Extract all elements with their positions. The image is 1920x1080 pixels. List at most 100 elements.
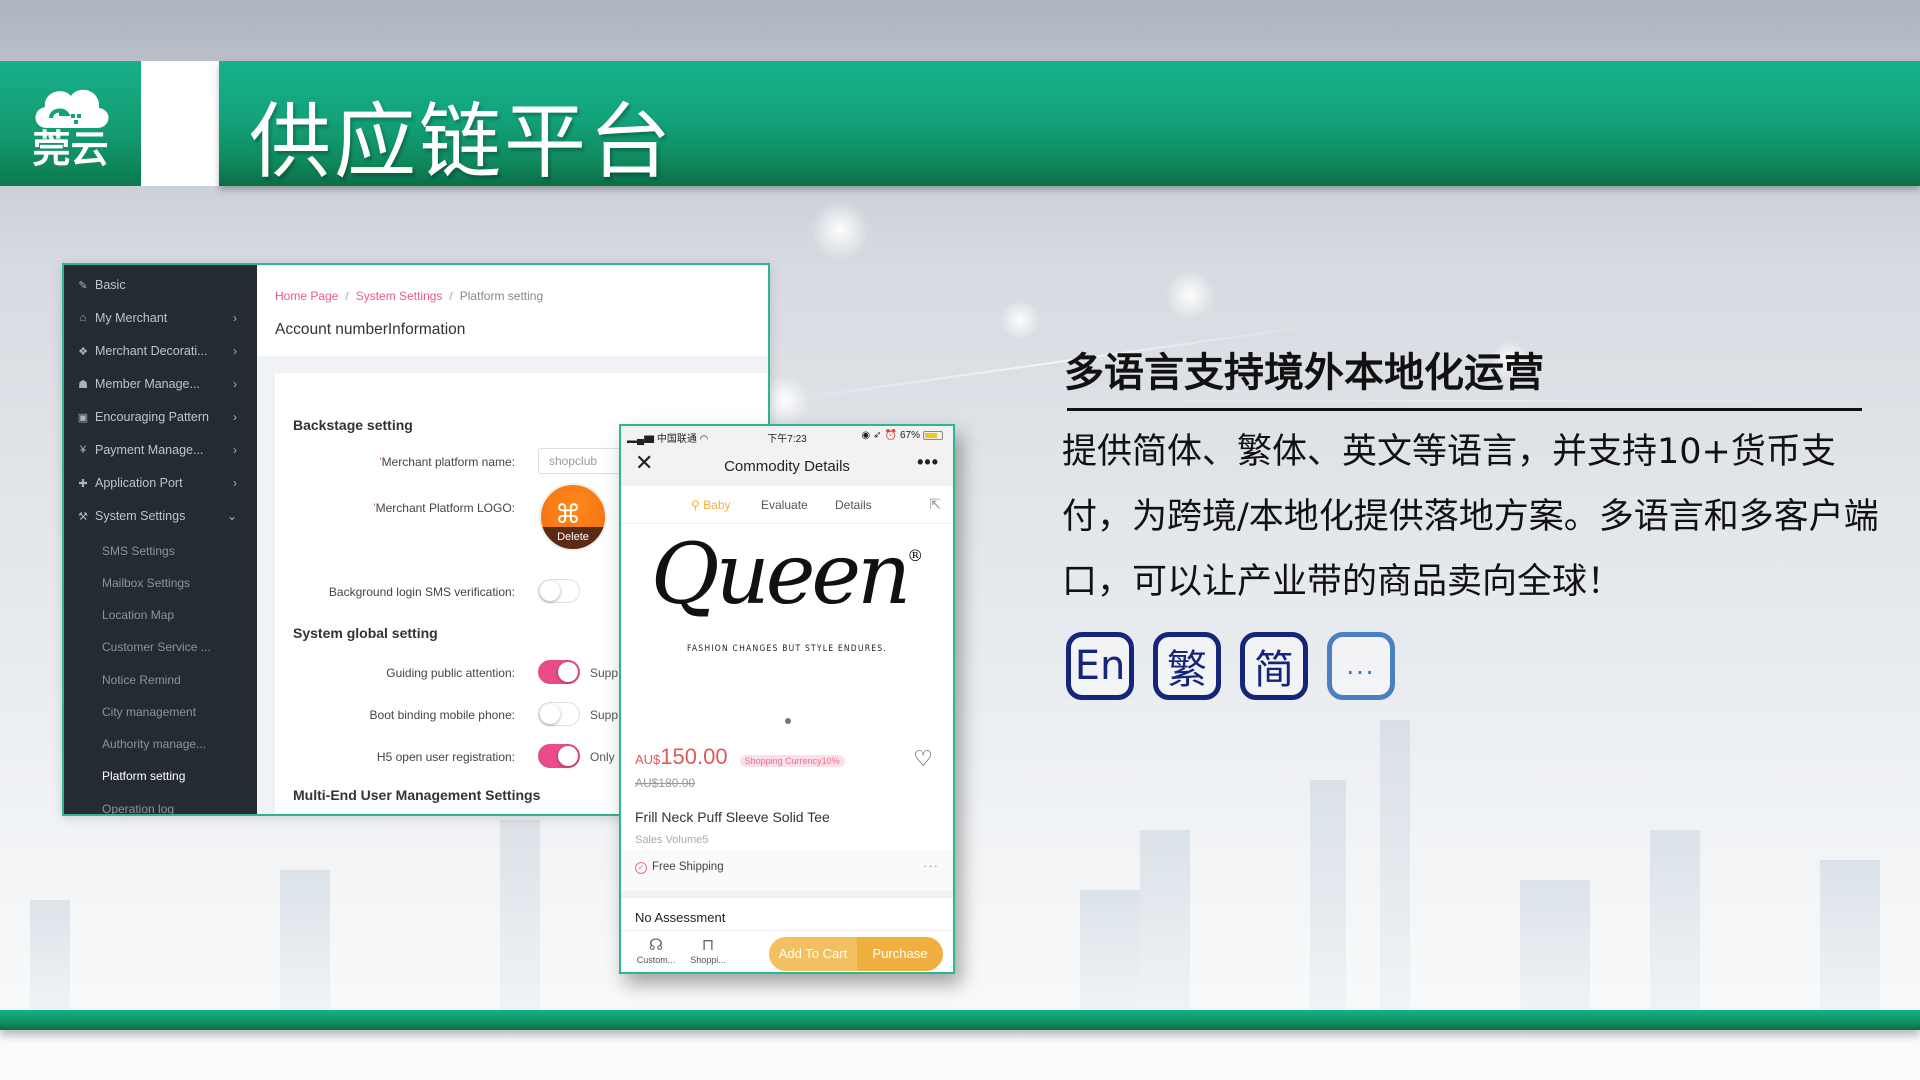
shipping-row[interactable]: ✓ Free Shipping ··· [621, 850, 953, 890]
heart-icon[interactable]: ♡ [913, 746, 933, 772]
breadcrumb-separator: / [449, 289, 453, 303]
global-setting-heading: System global setting [293, 625, 438, 641]
sidebar-subitem-operation-log[interactable]: Operation log [102, 798, 174, 814]
tab-evaluate[interactable]: Evaluate [761, 498, 808, 512]
purchase-button[interactable]: Purchase [857, 937, 943, 971]
more-icon[interactable]: ••• [917, 452, 939, 473]
platform-logo-upload[interactable]: ⌘ Delete [539, 483, 607, 551]
multi-end-heading: Multi-End User Management Settings [293, 787, 541, 803]
cubes-icon: ❖ [78, 345, 88, 358]
chevron-right-icon: › [233, 377, 237, 391]
sidebar-item-label: Basic [95, 278, 126, 292]
add-to-cart-button[interactable]: Add To Cart [769, 937, 857, 971]
price-currency: AU$ [635, 752, 661, 767]
users-icon: ☗ [78, 378, 88, 391]
edit-icon: ✎ [78, 279, 88, 292]
sidebar-item-system-settings[interactable]: ⚒ System Settings ⌄ [64, 504, 257, 528]
nav-title: Commodity Details [724, 458, 850, 475]
sidebar-item-label: My Merchant [95, 311, 168, 325]
sidebar-subitem-city-management[interactable]: City management [102, 701, 196, 723]
location-icon: ➶ [873, 430, 882, 441]
sidebar-item-application-port[interactable]: ✚ Application Port › [64, 471, 257, 495]
product-image: Queen® FASHION CHANGES BUT STYLE ENDURES… [621, 524, 953, 736]
more-icon[interactable]: ··· [923, 858, 939, 873]
feature-body: 提供简体、繁体、英文等语言，并支持10+货币支付，为跨境/本地化提供落地方案。多… [1062, 432, 1879, 602]
backstage-heading: Backstage setting [293, 417, 413, 433]
sidebar-item-label: Application Port [95, 476, 183, 490]
carousel-indicator[interactable] [785, 718, 791, 724]
chevron-right-icon: › [233, 344, 237, 358]
chevron-right-icon: › [233, 311, 237, 325]
sidebar-subitem-notice-remind[interactable]: Notice Remind [102, 669, 181, 691]
share-icon[interactable]: ⇱ [929, 496, 941, 513]
sidebar-item-basic[interactable]: ✎ Basic [64, 273, 257, 297]
h5-registration-toggle[interactable] [538, 744, 580, 768]
sidebar-subitem-location-map[interactable]: Location Map [102, 604, 174, 626]
sidebar-item-payment-management[interactable]: ¥ Payment Manage... › [64, 438, 257, 462]
sidebar-subitem-mailbox-settings[interactable]: Mailbox Settings [102, 572, 190, 594]
h5-registration-label: H5 open user registration: [376, 750, 515, 764]
home-icon: ⌂ [79, 312, 87, 324]
status-right: ◉ ➶ ⏰ 67% [861, 430, 943, 441]
status-bar: ▂▄▆ 中国联通 ◠ 下午7:23 ◉ ➶ ⏰ 67% [621, 426, 953, 446]
shopping-bag-icon: ⊓ [701, 937, 715, 954]
tab-baby[interactable]: ⚲ Baby [691, 498, 731, 512]
logo-gap [141, 61, 219, 186]
sidebar-item-label: Encouraging Pattern [95, 410, 209, 424]
shopping-button[interactable]: ⊓ Shoppi... [683, 937, 733, 965]
sidebar-subitem-customer-service[interactable]: Customer Service ... [102, 636, 211, 658]
sms-verification-toggle[interactable] [538, 579, 580, 603]
breadcrumb-home[interactable]: Home Page [275, 289, 338, 303]
boot-binding-toggle[interactable] [538, 702, 580, 726]
phone-bottom-bar: ☊ Custom... ⊓ Shoppi... Add To Cart Purc… [621, 930, 953, 972]
sidebar-subitem-authority-management[interactable]: Authority manage... [102, 733, 206, 755]
cloud-icon [34, 89, 109, 128]
platform-logo-label: 'Merchant Platform LOGO: [373, 501, 515, 515]
phone-nav-bar: ✕ Commodity Details ••• [621, 446, 953, 486]
chevron-right-icon: › [233, 443, 237, 457]
logo-delete-button[interactable]: Delete [541, 527, 605, 549]
breadcrumb-separator: / [345, 289, 349, 303]
brand-logo-text: Queen® [650, 525, 924, 623]
divider [621, 890, 953, 898]
english-icon: En [1066, 632, 1134, 700]
sidebar-item-my-merchant[interactable]: ⌂ My Merchant › [64, 306, 257, 330]
guiding-attention-label: Guiding public attention: [386, 666, 515, 680]
top-strip [0, 0, 1920, 61]
sidebar-item-member-management[interactable]: ☗ Member Manage... › [64, 372, 257, 396]
customer-service-button[interactable]: ☊ Custom... [631, 937, 681, 965]
candy-icon: ⌘ [555, 499, 581, 529]
guiding-attention-toggle[interactable] [538, 660, 580, 684]
price-row: AU$150.00 Shopping Currency10% [635, 744, 845, 770]
tab-details[interactable]: Details [835, 498, 872, 512]
breadcrumb-current: Platform setting [459, 289, 544, 303]
battery-icon [923, 431, 943, 440]
sidebar-item-label: Merchant Decorati... [95, 344, 208, 358]
lock-rotation-icon: ◉ [861, 430, 871, 441]
feature-title: 多语言支持境外本地化运营 [1064, 350, 1544, 396]
sidebar-item-merchant-decoration[interactable]: ❖ Merchant Decorati... › [64, 339, 257, 363]
puzzle-icon: ✚ [78, 477, 88, 490]
check-circle-icon: ✓ [635, 862, 647, 874]
sidebar-subitem-sms-settings[interactable]: SMS Settings [102, 540, 175, 562]
product-tabs: ⚲ Baby Evaluate Details ⇱ [621, 486, 953, 524]
language-icons: En 繁 简 ... [1066, 632, 1395, 700]
toggle-note: Supp [590, 666, 619, 680]
page-title: 供应链平台 [249, 95, 675, 190]
breadcrumb: Home Page / System Settings / Platform s… [275, 289, 543, 303]
sidebar-item-encouraging-pattern[interactable]: ▣ Encouraging Pattern › [64, 405, 257, 429]
brand-logo: 莞云 [0, 61, 141, 186]
chevron-right-icon: › [233, 476, 237, 490]
breadcrumb-system-settings[interactable]: System Settings [356, 289, 443, 303]
chevron-down-icon: ⌄ [226, 509, 237, 523]
sales-volume: Sales Volume5 [635, 834, 709, 846]
toggle-note: Only [590, 750, 615, 764]
toggle-note: Supp [590, 708, 619, 722]
simplified-chinese-icon: 简 [1240, 632, 1308, 700]
battery-percent: 67% [899, 430, 920, 441]
product-name: Frill Neck Puff Sleeve Solid Tee [635, 809, 830, 825]
sidebar-subitem-platform-setting[interactable]: Platform setting [102, 765, 185, 787]
chevron-right-icon: › [233, 410, 237, 424]
sidebar-item-label: System Settings [95, 509, 186, 523]
original-price: AU$180.00 [635, 776, 696, 790]
